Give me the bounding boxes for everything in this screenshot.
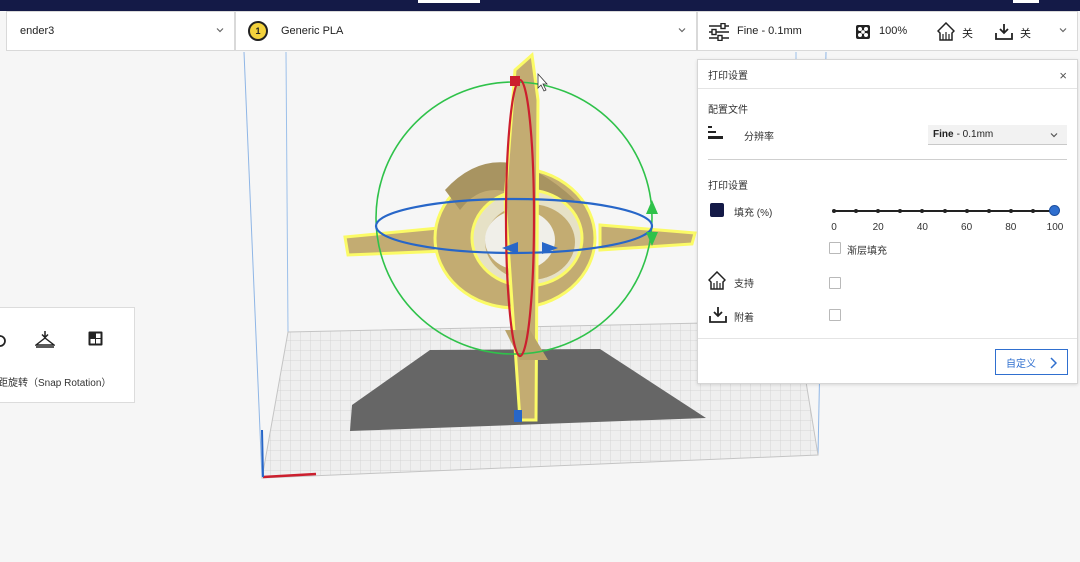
resolution-dropdown[interactable]: Fine - 0.1mm (928, 125, 1067, 145)
slider-tick (854, 209, 859, 213)
adhesion-checkbox[interactable] (829, 309, 841, 321)
infill-summary: 100% (879, 25, 908, 37)
settings-section-title: 打印设置 (708, 181, 748, 192)
settings-sliders-icon (709, 23, 729, 41)
gradual-infill-label: 渐层填充 (847, 246, 887, 257)
chevron-right-icon (1050, 357, 1057, 369)
rotate-handle-red[interactable] (510, 76, 520, 86)
slider-tick-label: 80 (1005, 222, 1017, 233)
adhesion-label: 附着 (734, 313, 754, 324)
adhesion-icon (995, 24, 1013, 40)
infill-color-icon (710, 203, 724, 217)
slider-tick (832, 209, 836, 213)
slider-tick-label: 100 (1046, 222, 1064, 233)
adhesion-summary: 关 (1020, 28, 1031, 40)
close-icon[interactable]: × (1059, 68, 1067, 83)
chevron-down-icon (1050, 133, 1058, 138)
gradual-infill-checkbox[interactable] (829, 242, 841, 254)
resolution-rest: - 0.1mm (956, 129, 994, 140)
slider-tick (1008, 209, 1013, 213)
infill-icon (856, 25, 870, 39)
z-axis-indicator (261, 429, 264, 478)
panel-header: 打印设置 × (698, 60, 1077, 89)
slider-tick (986, 209, 991, 213)
support-checkbox[interactable] (829, 277, 841, 289)
resolution-icon (708, 126, 723, 139)
rotate-tool-panel: 寻距旋转（Snap Rotation） (0, 307, 135, 403)
section-divider (708, 159, 1067, 160)
top-tab-indicator (418, 0, 480, 3)
printer-selector[interactable]: ender3 (6, 11, 235, 51)
extruder-number: 1 (255, 26, 261, 36)
print-settings-summary[interactable]: Fine - 0.1mm 100% 关 关 (697, 11, 1078, 51)
slider-tick (942, 209, 947, 213)
rotate-handle-green-up[interactable] (646, 200, 658, 214)
lay-flat-icon[interactable] (35, 330, 55, 348)
profile-summary: Fine - 0.1mm (737, 25, 802, 37)
slider-handle[interactable] (1049, 205, 1060, 216)
select-face-icon[interactable] (88, 331, 103, 346)
resolution-label: 分辨率 (744, 132, 774, 143)
customize-button[interactable]: 自定义 (995, 349, 1068, 375)
panel-footer-divider (698, 338, 1077, 339)
extruder-badge-icon: 1 (248, 21, 268, 41)
snap-rotation-text: 寻距旋转（Snap Rotation） (0, 378, 112, 389)
chevron-down-icon (216, 28, 224, 33)
panel-title: 打印设置 (708, 70, 748, 82)
slider-tick-label: 0 (831, 222, 837, 233)
slider-tick-label: 40 (916, 222, 928, 233)
chevron-down-icon (678, 28, 686, 33)
slider-tick (920, 209, 925, 213)
slider-tick (1030, 209, 1035, 213)
resolution-bold: Fine (933, 129, 954, 140)
support-icon (937, 22, 955, 41)
support-icon (708, 271, 726, 290)
print-settings-panel: 打印设置 × 配置文件 分辨率 Fine - 0.1mm 打印设置 填充 (%)… (697, 59, 1078, 384)
slider-tick (964, 209, 969, 213)
support-summary: 关 (962, 28, 973, 40)
chevron-down-icon (1059, 28, 1067, 33)
infill-label: 填充 (%) (734, 208, 773, 219)
slider-tick (898, 209, 903, 213)
support-label: 支持 (734, 279, 754, 290)
slider-tick-label: 20 (872, 222, 884, 233)
infill-slider[interactable]: 0 20 40 60 80 100 (831, 204, 1063, 244)
slider-tick (876, 209, 881, 213)
profile-section-title: 配置文件 (708, 105, 748, 116)
material-name: Generic PLA (281, 25, 344, 37)
rotate-icon[interactable] (0, 334, 7, 348)
material-selector[interactable]: 1 Generic PLA (235, 11, 697, 51)
slider-tick-label: 60 (961, 222, 973, 233)
adhesion-icon (709, 307, 727, 323)
mouse-cursor (537, 72, 548, 92)
window-top-strip (0, 0, 1080, 11)
top-tab-indicator-right (1013, 0, 1039, 3)
printer-name: ender3 (20, 25, 55, 37)
customize-label: 自定义 (1006, 358, 1036, 370)
snap-rotation-label: 寻距旋转（Snap Rotation） (0, 374, 111, 389)
